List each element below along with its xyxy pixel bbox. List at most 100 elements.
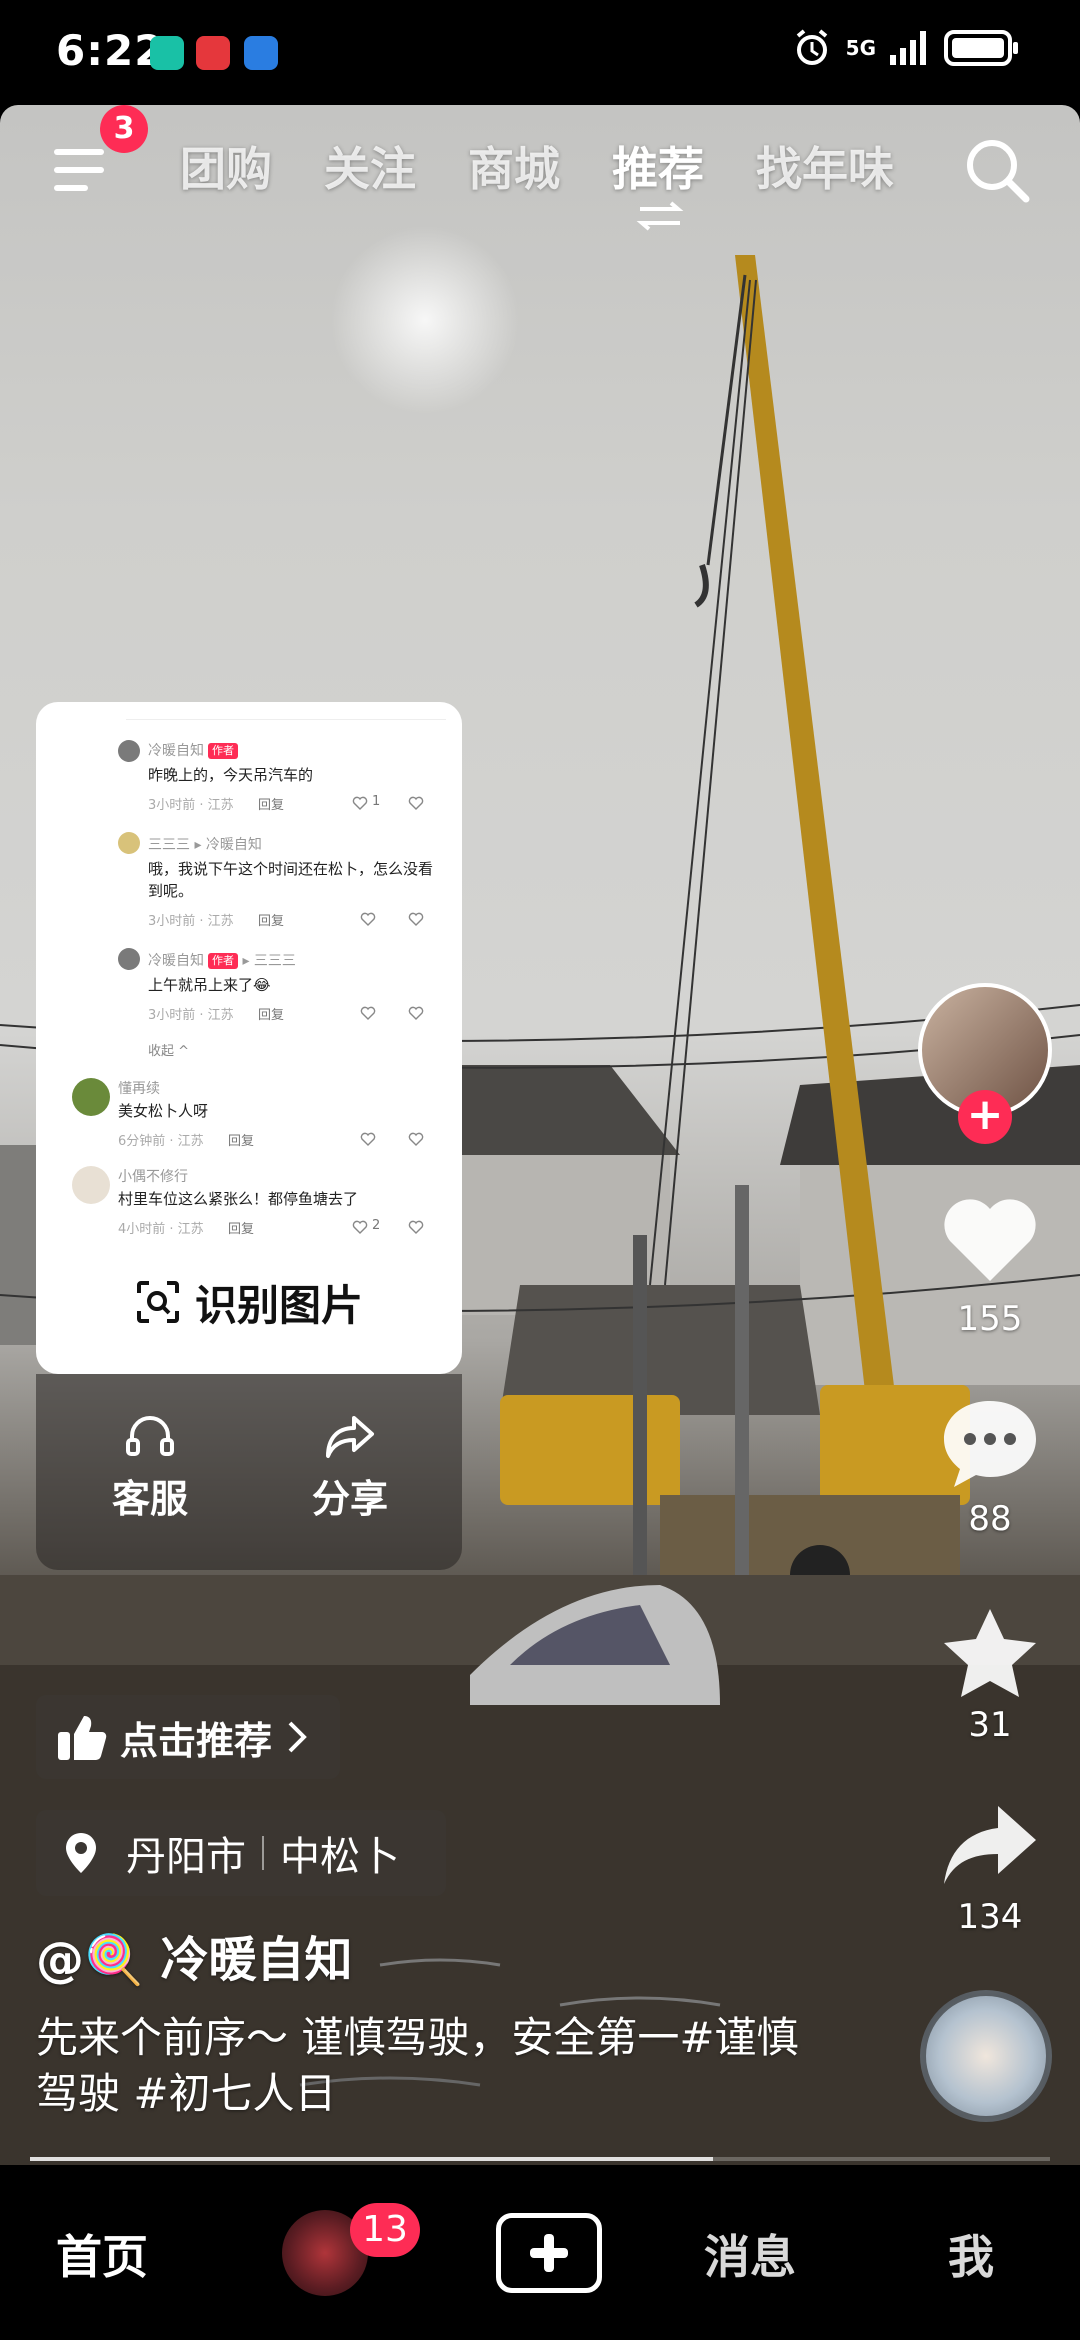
comment-meta: 3小时前 · 江苏 <box>148 914 234 929</box>
comment-author: 懂再续 <box>118 1081 160 1097</box>
comment-author: 冷暖自知 作者 ▸ 三三三 <box>148 953 296 969</box>
author-name[interactable]: @🍭 冷暖自知 <box>36 1920 352 1990</box>
author-tag: 作者 <box>208 953 238 969</box>
network-type: 5G <box>845 36 876 60</box>
tab-following[interactable]: 关注 <box>324 133 416 199</box>
comment-bubble-icon[interactable] <box>940 1395 1040 1491</box>
avatar <box>118 948 140 970</box>
dislike-icon[interactable] <box>408 912 424 926</box>
recommend-label: 点击推荐 <box>120 1718 273 1763</box>
music-disc-avatar[interactable] <box>920 1990 1052 2122</box>
top-navigation: 3 团购 关注 商城 推荐 找年味 <box>0 105 1080 231</box>
signal-icon <box>890 31 926 65</box>
status-bar: 6:22 5G <box>0 0 1080 105</box>
app-notification-icon <box>196 36 230 70</box>
dislike-icon[interactable] <box>408 1220 424 1234</box>
comment-text: 昨晚上的，今天吊汽车的 <box>148 766 314 784</box>
heart-icon[interactable] <box>360 1132 376 1146</box>
cut-off-comment <box>126 702 446 720</box>
reply-link[interactable]: 回复 <box>258 794 284 813</box>
comment-meta: 3小时前 · 江苏 <box>148 1008 234 1023</box>
tab-new-year[interactable]: 找年味 <box>756 133 894 199</box>
status-time: 6:22 <box>56 26 165 75</box>
comment-author: 冷暖自知 作者 <box>148 740 238 760</box>
comment-meta: 6分钟前 · 江苏 <box>118 1134 204 1149</box>
menu-icon[interactable] <box>54 147 114 195</box>
favorite-star-icon[interactable] <box>940 1605 1040 1701</box>
recognize-image-label: 识别图片 <box>194 1280 363 1330</box>
location-pin-icon <box>66 1833 96 1873</box>
follow-button[interactable]: + <box>958 1090 1012 1144</box>
heart-icon[interactable] <box>352 1220 368 1234</box>
tab-recommend[interactable]: 推荐 <box>612 133 704 199</box>
reply-link[interactable]: 回复 <box>228 1218 254 1237</box>
switch-arrows-icon <box>636 201 684 231</box>
customer-service-label: 客服 <box>111 1477 188 1521</box>
collapse-replies[interactable]: 收起 ^ <box>148 1040 189 1059</box>
dislike-icon[interactable] <box>408 1006 424 1020</box>
comment-image-card[interactable]: 冷暖自知 作者 昨晚上的，今天吊汽车的 3小时前 · 江苏 回复 1 三三三 ▸ … <box>36 702 462 1374</box>
location-place: 中松卜 <box>280 1834 400 1880</box>
comment-text: 上午就吊上来了😂 <box>148 976 271 994</box>
share-icon[interactable] <box>940 1800 1040 1890</box>
alarm-icon <box>796 29 827 65</box>
customer-service-button[interactable]: 客服 <box>80 1414 220 1523</box>
reply-link[interactable]: 回复 <box>258 910 284 929</box>
share-count: 134 <box>957 1897 1023 1937</box>
location-divider <box>262 1836 264 1870</box>
video-caption[interactable]: 先来个前序～ 谨慎驾驶，安全第一#谨慎驾驶 #初七人日 <box>36 2010 816 2122</box>
avatar <box>72 1078 110 1116</box>
battery-icon <box>944 30 1018 66</box>
avatar <box>72 1166 110 1204</box>
comment-meta: 4小时前 · 江苏 <box>118 1222 204 1237</box>
share-label: 分享 <box>311 1477 388 1521</box>
nav-me[interactable]: 我 <box>948 2221 994 2287</box>
app-notification-icon <box>150 36 184 70</box>
headset-icon <box>126 1416 174 1456</box>
comment-count: 88 <box>968 1499 1012 1539</box>
menu-badge: 3 <box>100 105 148 153</box>
video-player[interactable]: 3 团购 关注 商城 推荐 找年味 冷暖自知 作者 昨晚上的，今天吊汽车的 3小时… <box>0 105 1080 2165</box>
share-panel-button[interactable]: 分享 <box>280 1414 420 1523</box>
reply-link[interactable]: 回复 <box>258 1004 284 1023</box>
recognize-image-button[interactable]: 识别图片 <box>36 1262 462 1342</box>
comment-author: 小偶不修行 <box>118 1169 188 1185</box>
comment-text: 哦，我说下午这个时间还在松卜，怎么没看到呢。 <box>148 860 434 900</box>
friends-badge: 13 <box>350 2203 420 2257</box>
video-progress-fill <box>30 2157 714 2161</box>
chevron-right-icon <box>288 1721 307 1753</box>
heart-icon[interactable] <box>360 1006 376 1020</box>
comment-text: 美女松卜人呀 <box>118 1102 209 1120</box>
plus-icon: + <box>966 1089 1004 1140</box>
author-tag: 作者 <box>208 743 238 759</box>
avatar <box>118 832 140 854</box>
tab-group-buy[interactable]: 团购 <box>180 133 272 199</box>
comment-like-count: 1 <box>372 794 381 809</box>
create-button[interactable] <box>496 2213 602 2293</box>
location-city: 丹阳市 <box>126 1834 246 1880</box>
share-arrow-icon <box>326 1416 374 1458</box>
thumbs-up-icon <box>58 1716 107 1760</box>
reply-link[interactable]: 回复 <box>228 1130 254 1149</box>
nav-messages[interactable]: 消息 <box>704 2221 796 2287</box>
weather-notification-icon <box>244 36 278 70</box>
dislike-icon[interactable] <box>408 1132 424 1146</box>
dislike-icon[interactable] <box>408 796 424 810</box>
like-heart-icon[interactable] <box>940 1195 1040 1285</box>
action-panel: 客服 分享 <box>36 1374 462 1570</box>
location-tag[interactable]: 丹阳市 中松卜 <box>36 1810 446 1896</box>
nav-home[interactable]: 首页 <box>56 2221 148 2287</box>
scan-icon <box>136 1281 179 1323</box>
recommend-button[interactable]: 点击推荐 <box>36 1695 340 1779</box>
avatar <box>118 740 140 762</box>
tab-mall[interactable]: 商城 <box>468 133 560 199</box>
bottom-navigation: 首页 13 消息 我 <box>0 2165 1080 2340</box>
heart-icon[interactable] <box>352 796 368 810</box>
heart-icon[interactable] <box>360 912 376 926</box>
search-icon[interactable] <box>962 135 1032 205</box>
favorite-count: 31 <box>968 1705 1012 1745</box>
status-icons: 5G <box>792 28 1020 68</box>
plus-icon <box>530 2234 568 2272</box>
video-progress-bar[interactable] <box>30 2157 1050 2161</box>
comment-like-count: 2 <box>372 1218 381 1233</box>
